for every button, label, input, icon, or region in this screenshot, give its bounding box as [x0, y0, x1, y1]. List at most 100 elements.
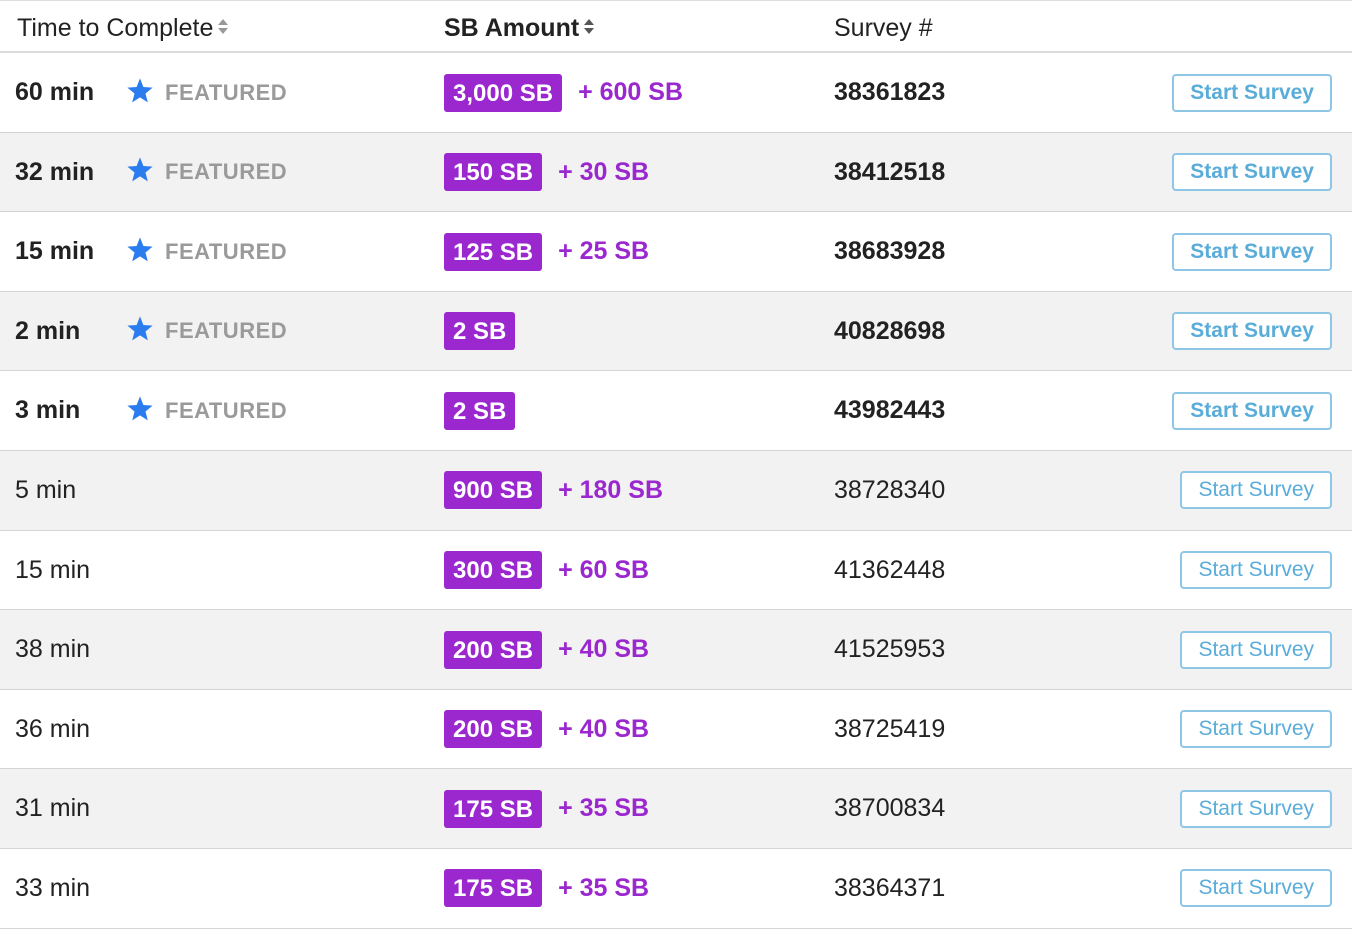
sb-amount: 900 SB + 180 SB — [444, 451, 663, 530]
survey-number: 38683928 — [834, 212, 945, 291]
table-header: Time to Complete SB Amount Survey # — [0, 0, 1352, 53]
survey-number-value: 41525953 — [834, 635, 946, 664]
time-to-complete: 36 min — [15, 690, 90, 769]
survey-number: 38725419 — [834, 690, 945, 769]
featured-label: FEATURED — [165, 79, 288, 105]
action-cell: Start Survey — [1180, 531, 1332, 610]
column-header-sb-amount[interactable]: SB Amount — [444, 1, 595, 52]
start-survey-button[interactable]: Start Survey — [1180, 789, 1332, 828]
sb-badge: 300 SB — [444, 551, 543, 590]
sb-bonus: + 35 SB — [558, 794, 650, 823]
time-to-complete: 60 min — [15, 53, 94, 132]
table-row: 31 min 175 SB + 35 SB 38700834 Start Sur… — [0, 769, 1352, 849]
table-row: 3 min FEATURED 2 SB 43982443 Start Surve… — [0, 371, 1352, 451]
table-row: 33 min 175 SB + 35 SB 38364371 Start Sur… — [0, 849, 1352, 929]
time-value: 3 min — [15, 396, 81, 425]
start-survey-button[interactable]: Start Survey — [1172, 391, 1332, 430]
survey-number: 41525953 — [834, 610, 945, 689]
column-header-sb-label: SB Amount — [444, 14, 580, 42]
featured-label: FEATURED — [165, 397, 288, 423]
sort-icon[interactable] — [583, 18, 595, 36]
featured-label: FEATURED — [165, 159, 288, 185]
sb-amount: 2 SB — [444, 371, 516, 450]
sb-bonus: + 40 SB — [558, 714, 650, 743]
sb-amount: 200 SB + 40 SB — [444, 610, 649, 689]
start-survey-button[interactable]: Start Survey — [1180, 551, 1332, 590]
time-value: 38 min — [15, 635, 91, 664]
start-survey-button[interactable]: Start Survey — [1180, 471, 1332, 510]
time-value: 33 min — [15, 873, 91, 902]
sb-badge: 200 SB — [444, 630, 543, 669]
sb-bonus: + 25 SB — [558, 237, 650, 266]
action-cell: Start Survey — [1180, 451, 1332, 530]
survey-number: 38412518 — [834, 133, 945, 212]
table-row: 32 min FEATURED 150 SB + 30 SB 38412518 … — [0, 132, 1352, 213]
sb-amount: 125 SB + 25 SB — [444, 212, 649, 291]
table-row: 15 min FEATURED 125 SB + 25 SB 38683928 … — [0, 212, 1352, 292]
sb-badge: 3,000 SB — [444, 73, 563, 112]
sb-badge: 175 SB — [444, 789, 543, 828]
survey-number-value: 38683928 — [834, 237, 946, 266]
featured-tag: FEATURED — [126, 212, 287, 291]
table-row: 36 min 200 SB + 40 SB 38725419 Start Sur… — [0, 690, 1352, 770]
start-survey-button[interactable]: Start Survey — [1172, 153, 1332, 192]
time-value: 15 min — [15, 237, 95, 266]
action-cell: Start Survey — [1172, 371, 1332, 450]
sb-bonus: + 35 SB — [558, 873, 650, 902]
start-survey-button[interactable]: Start Survey — [1172, 312, 1332, 351]
featured-tag: FEATURED — [126, 53, 287, 132]
survey-number-value: 38412518 — [834, 157, 946, 186]
action-cell: Start Survey — [1172, 212, 1332, 291]
survey-number: 38700834 — [834, 769, 945, 848]
column-header-survey-number: Survey # — [834, 1, 933, 52]
start-survey-button[interactable]: Start Survey — [1180, 710, 1332, 749]
featured-label: FEATURED — [165, 238, 288, 264]
featured-tag: FEATURED — [126, 371, 287, 450]
sb-bonus: + 60 SB — [558, 555, 650, 584]
survey-number-value: 43982443 — [834, 396, 946, 425]
table-row: 60 min FEATURED 3,000 SB + 600 SB 383618… — [0, 53, 1352, 133]
action-cell: Start Survey — [1180, 690, 1332, 769]
star-icon — [127, 77, 153, 102]
start-survey-button[interactable]: Start Survey — [1180, 630, 1332, 669]
star-icon — [127, 237, 153, 262]
survey-number: 38364371 — [834, 849, 945, 928]
survey-number-value: 38364371 — [834, 873, 946, 902]
survey-number: 38728340 — [834, 451, 945, 530]
time-to-complete: 32 min — [15, 133, 94, 212]
survey-number-value: 41362448 — [834, 555, 946, 584]
featured-label: FEATURED — [165, 318, 288, 344]
table-body: 60 min FEATURED 3,000 SB + 600 SB 383618… — [0, 53, 1352, 929]
time-to-complete: 5 min — [15, 451, 76, 530]
survey-number: 38361823 — [834, 53, 945, 132]
time-value: 5 min — [15, 475, 77, 504]
survey-number-value: 38728340 — [834, 475, 946, 504]
time-value: 60 min — [15, 78, 95, 106]
column-header-survey-label: Survey # — [834, 14, 933, 42]
start-survey-button[interactable]: Start Survey — [1172, 73, 1332, 112]
sb-amount: 200 SB + 40 SB — [444, 690, 649, 769]
sb-badge: 2 SB — [444, 391, 516, 430]
sb-badge: 175 SB — [444, 869, 543, 908]
time-value: 15 min — [15, 555, 91, 584]
time-to-complete: 15 min — [15, 531, 90, 610]
action-cell: Start Survey — [1180, 610, 1332, 689]
featured-tag: FEATURED — [126, 133, 287, 212]
surveys-table: Time to Complete SB Amount Survey # 60 m… — [0, 0, 1352, 929]
action-cell: Start Survey — [1180, 849, 1332, 928]
time-value: 32 min — [15, 157, 95, 186]
time-value: 31 min — [15, 794, 91, 823]
survey-number: 41362448 — [834, 531, 945, 610]
time-to-complete: 38 min — [15, 610, 90, 689]
start-survey-button[interactable]: Start Survey — [1180, 869, 1332, 908]
column-header-time[interactable]: Time to Complete — [17, 1, 229, 52]
sort-icon[interactable] — [217, 18, 229, 36]
action-cell: Start Survey — [1172, 53, 1332, 132]
survey-number: 43982443 — [834, 371, 945, 450]
sb-badge: 150 SB — [444, 153, 543, 192]
sb-amount: 175 SB + 35 SB — [444, 769, 649, 848]
column-header-time-label: Time to Complete — [17, 14, 214, 42]
sb-bonus: + 600 SB — [578, 78, 684, 106]
start-survey-button[interactable]: Start Survey — [1172, 232, 1332, 271]
sb-bonus: + 180 SB — [558, 475, 663, 504]
